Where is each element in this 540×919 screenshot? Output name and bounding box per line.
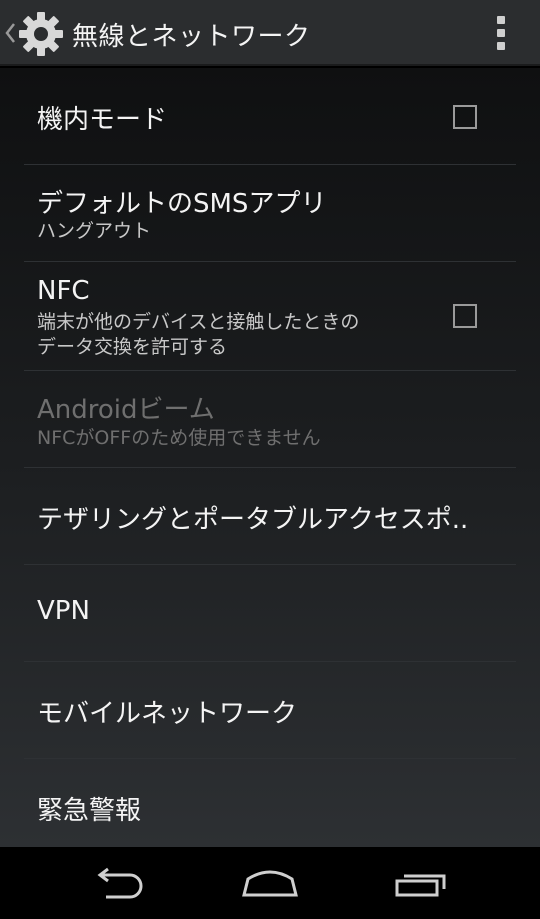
gear-icon[interactable] [18,11,64,57]
mobile-network-title: モバイルネットワーク [37,699,298,729]
default-sms-app-summary: ハングアウト [37,220,152,242]
navigation-bar [0,847,540,919]
nfc-title: NFC [37,276,90,306]
nfc-checkbox[interactable] [453,304,477,328]
airplane-mode-title: 機内モード [37,105,168,135]
recent-apps-icon[interactable] [394,867,450,899]
default-sms-app-item[interactable]: デフォルトのSMSアプリ ハングアウト [0,165,540,262]
default-sms-app-title: デフォルトのSMSアプリ [37,189,327,219]
settings-list: 機内モード デフォルトのSMSアプリ ハングアウト NFC 端末が他のデバイスと… [0,68,540,847]
nfc-summary-line1: 端末が他のデバイスと接触したときの [37,311,360,333]
overflow-menu-icon[interactable] [496,16,506,50]
up-caret-icon[interactable] [4,22,16,44]
home-icon[interactable] [240,867,300,899]
android-beam-item: Androidビーム NFCがOFFのため使用できません [0,371,540,468]
android-beam-summary: NFCがOFFのため使用できません [37,427,321,449]
vpn-item[interactable]: VPN [0,565,540,662]
tethering-item[interactable]: テザリングとポータブルアクセスポ.. [0,468,540,565]
tethering-title: テザリングとポータブルアクセスポ.. [37,505,469,535]
nfc-item[interactable]: NFC 端末が他のデバイスと接触したときの データ交換を許可する [0,262,540,371]
page-title: 無線とネットワーク [72,22,311,52]
emergency-alerts-item[interactable]: 緊急警報 [0,759,540,847]
android-beam-title: Androidビーム [37,395,215,425]
mobile-network-item[interactable]: モバイルネットワーク [0,662,540,759]
airplane-mode-item[interactable]: 機内モード [0,68,540,165]
vpn-title: VPN [37,596,90,626]
emergency-alerts-title: 緊急警報 [37,796,142,826]
nfc-summary-line2: データ交換を許可する [37,336,228,358]
action-bar: 無線とネットワーク [0,0,540,66]
airplane-mode-checkbox[interactable] [453,105,477,129]
back-icon[interactable] [92,867,148,901]
